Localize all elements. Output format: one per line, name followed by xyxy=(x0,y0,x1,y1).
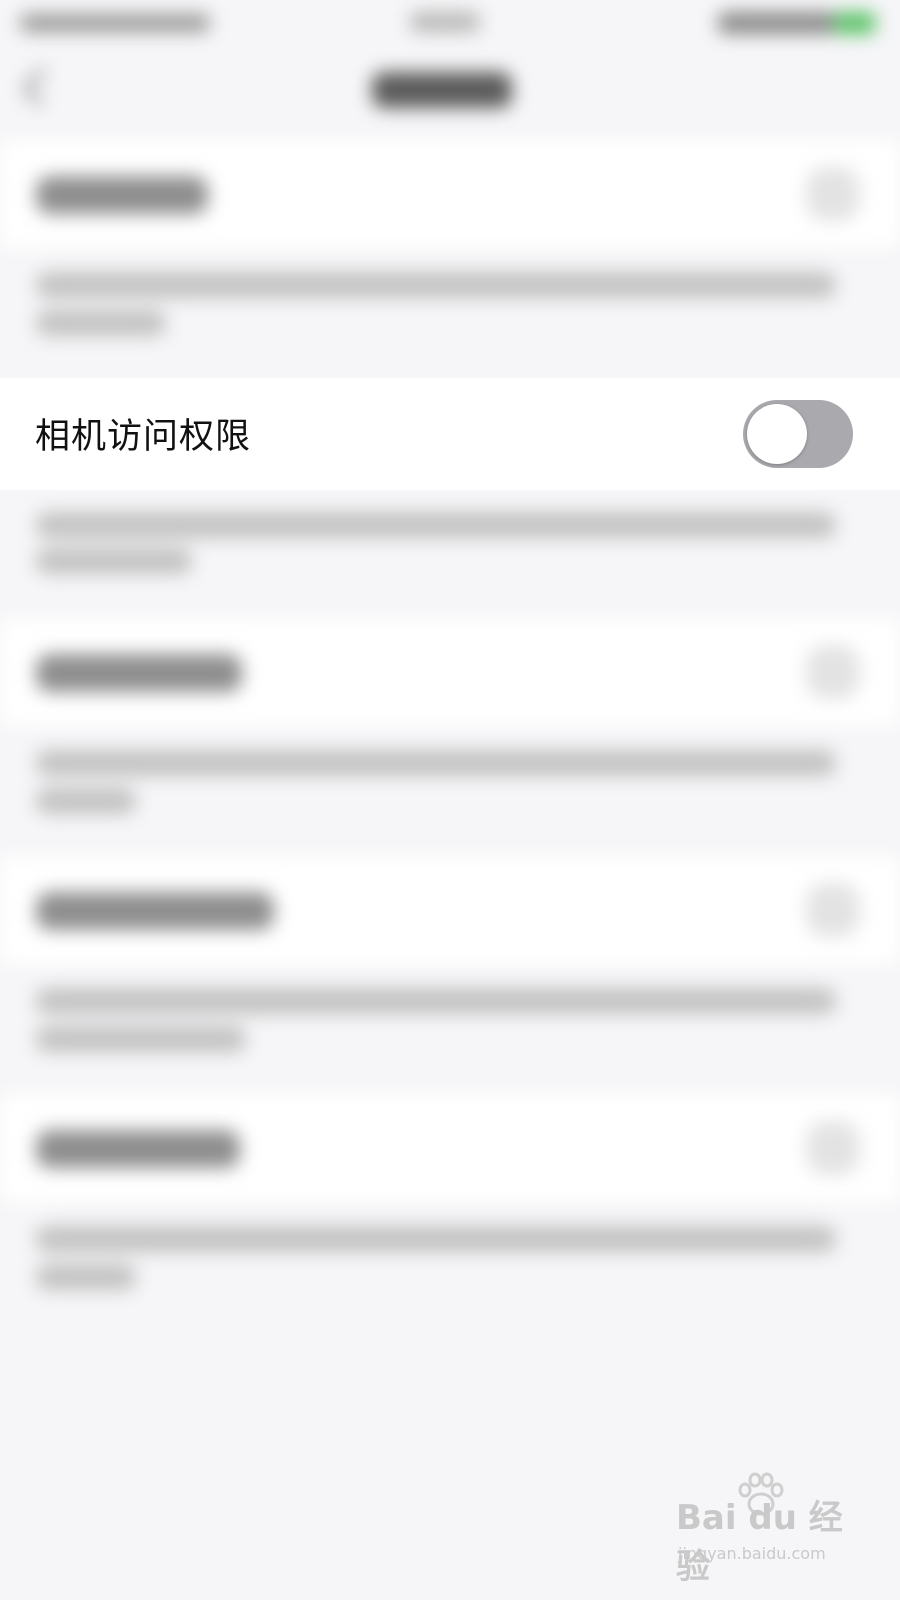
chevron-right-icon xyxy=(806,645,860,699)
watermark-logo-text: Bai du 经验 xyxy=(676,1498,843,1587)
camera-access-row: 相机访问权限 xyxy=(0,378,900,490)
watermark-url: jingyan.baidu.com xyxy=(678,1544,826,1563)
baidu-jingyan-watermark: Bai du 经验 jingyan.baidu.com xyxy=(676,1470,856,1587)
settings-row-4-description xyxy=(0,974,900,1064)
settings-row-1-description xyxy=(0,258,900,348)
settings-row-1[interactable] xyxy=(0,140,900,248)
chevron-right-icon xyxy=(806,1121,860,1175)
page-title xyxy=(372,72,512,108)
settings-row-label xyxy=(36,892,274,930)
settings-row-3-description xyxy=(0,736,900,826)
carrier-signal xyxy=(20,14,210,32)
chevron-right-icon xyxy=(806,883,860,937)
status-time xyxy=(410,12,480,32)
nav-bar xyxy=(0,50,900,130)
settings-row-label xyxy=(36,1130,240,1168)
status-bar xyxy=(0,0,900,48)
status-indicators xyxy=(718,12,838,34)
chevron-right-icon xyxy=(806,167,860,221)
settings-row-label xyxy=(36,654,242,692)
settings-row-label xyxy=(36,176,208,214)
settings-row-5[interactable] xyxy=(0,1094,900,1202)
toggle-knob xyxy=(747,404,807,464)
camera-access-toggle[interactable] xyxy=(743,400,853,468)
back-chevron-icon[interactable] xyxy=(21,67,61,107)
battery-icon xyxy=(834,12,876,34)
camera-access-description xyxy=(0,500,900,590)
camera-access-label: 相机访问权限 xyxy=(35,417,252,457)
settings-row-3[interactable] xyxy=(0,618,900,726)
settings-row-5-description xyxy=(0,1212,900,1302)
settings-row-4[interactable] xyxy=(0,856,900,964)
